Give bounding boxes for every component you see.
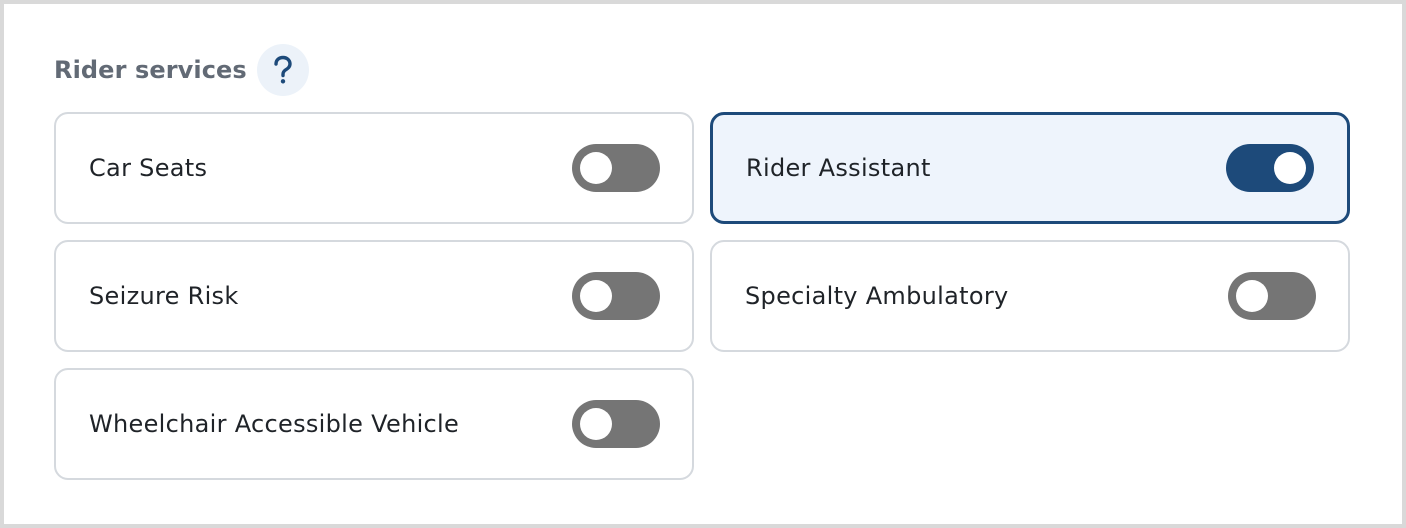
service-card-wheelchair-accessible-vehicle[interactable]: Wheelchair Accessible Vehicle — [54, 368, 694, 480]
car-seats-toggle[interactable] — [572, 144, 660, 192]
service-label: Wheelchair Accessible Vehicle — [89, 410, 460, 438]
rider-services-panel: Rider services Car Seats Rider Assistant… — [0, 0, 1406, 528]
section-title: Rider services — [54, 56, 247, 84]
service-card-specialty-ambulatory[interactable]: Specialty Ambulatory — [710, 240, 1350, 352]
wheelchair-accessible-vehicle-toggle[interactable] — [572, 400, 660, 448]
specialty-ambulatory-toggle[interactable] — [1228, 272, 1316, 320]
service-label: Rider Assistant — [746, 154, 931, 182]
service-label: Specialty Ambulatory — [745, 282, 1009, 310]
service-label: Seizure Risk — [89, 282, 239, 310]
rider-assistant-toggle[interactable] — [1226, 144, 1314, 192]
service-card-rider-assistant[interactable]: Rider Assistant — [710, 112, 1350, 224]
section-header: Rider services — [54, 44, 309, 96]
toggle-knob — [1236, 280, 1268, 312]
seizure-risk-toggle[interactable] — [572, 272, 660, 320]
toggle-knob — [580, 280, 612, 312]
service-label: Car Seats — [89, 154, 208, 182]
question-mark-icon — [274, 55, 292, 84]
service-card-car-seats[interactable]: Car Seats — [54, 112, 694, 224]
toggle-knob — [1274, 152, 1306, 184]
toggle-knob — [580, 152, 612, 184]
service-card-seizure-risk[interactable]: Seizure Risk — [54, 240, 694, 352]
toggle-knob — [580, 408, 612, 440]
help-button[interactable] — [256, 44, 309, 96]
